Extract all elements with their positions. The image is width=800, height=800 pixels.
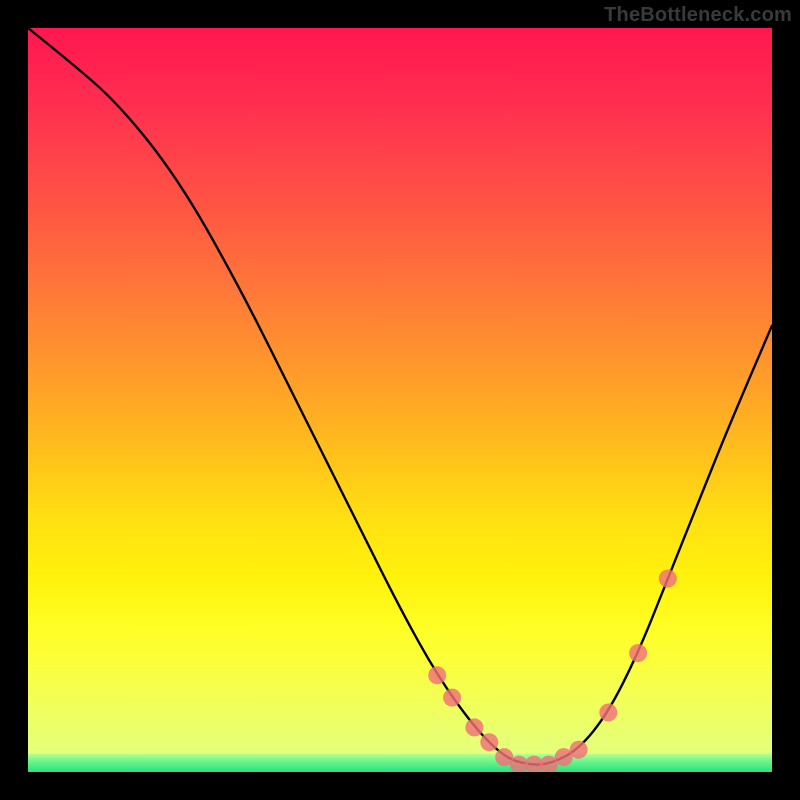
green-bottom-band bbox=[28, 754, 772, 772]
watermark-label: TheBottleneck.com bbox=[604, 4, 792, 27]
highlight-dot bbox=[629, 644, 647, 662]
highlight-dots-group bbox=[428, 570, 677, 772]
curve-layer bbox=[28, 28, 772, 772]
bottleneck-curve-path bbox=[28, 28, 772, 765]
gradient-striations bbox=[28, 674, 772, 754]
chart-frame: TheBottleneck.com bbox=[0, 0, 800, 800]
highlight-dot bbox=[659, 570, 677, 588]
highlight-dot bbox=[480, 733, 498, 751]
highlight-dot bbox=[465, 718, 483, 736]
plot-area bbox=[28, 28, 772, 772]
highlight-dot bbox=[599, 704, 617, 722]
highlight-dot bbox=[443, 689, 461, 707]
highlight-dot bbox=[428, 666, 446, 684]
